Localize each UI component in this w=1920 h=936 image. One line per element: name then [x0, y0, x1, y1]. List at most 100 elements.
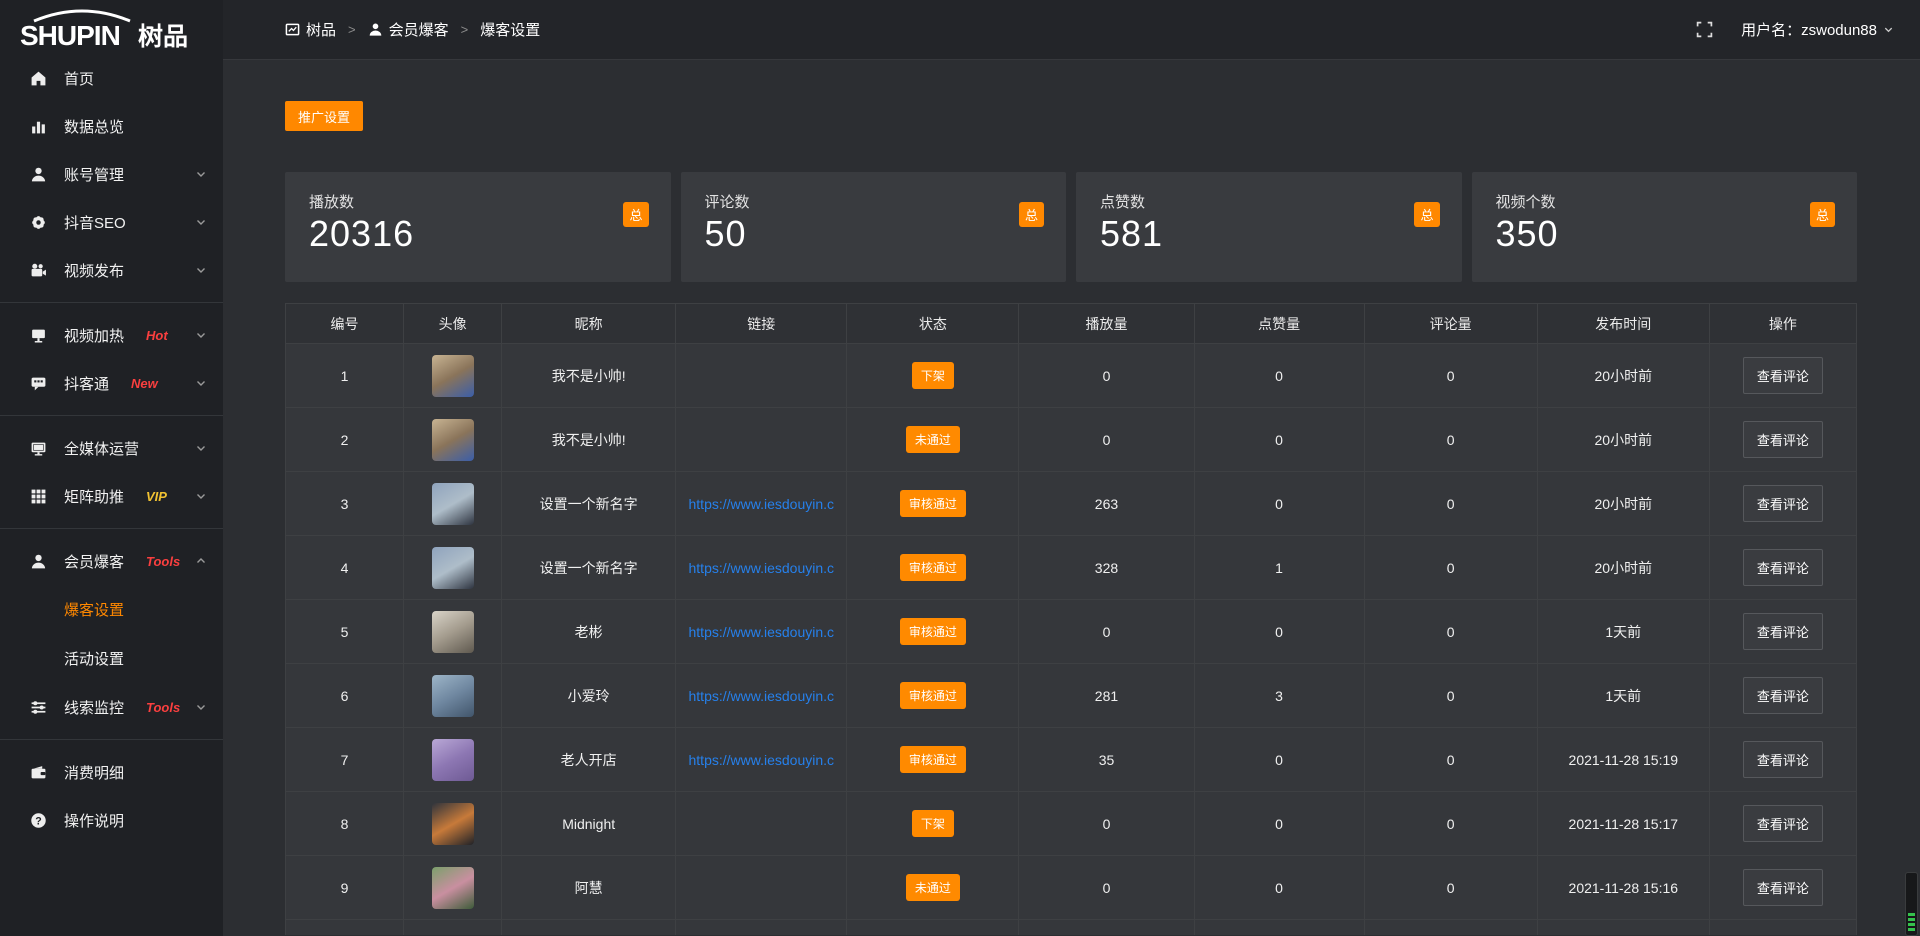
video-link[interactable]: https://www.iesdouyin.c — [689, 752, 835, 768]
status-badge[interactable]: 审核通过 — [900, 554, 966, 581]
sidebar-item-video-heat[interactable]: 视频加热 Hot — [0, 311, 223, 359]
sidebar-item-data-overview[interactable]: 数据总览 — [0, 102, 223, 150]
video-link[interactable]: https://www.iesdouyin.c — [689, 624, 835, 640]
breadcrumb-item-member-baoke[interactable]: 会员爆客 — [368, 19, 449, 40]
sidebar: SHUPIN 树品 首页 数据总览 账号管理 — [0, 0, 223, 936]
gear-icon — [28, 214, 48, 231]
col-header-avatar: 头像 — [404, 304, 502, 344]
sidebar-item-label: 视频加热 — [64, 325, 124, 346]
plays-cell: 281 — [1019, 664, 1194, 728]
status-badge[interactable]: 未通过 — [906, 426, 960, 453]
empty-cell — [1019, 920, 1194, 935]
sidebar-item-all-media[interactable]: 全媒体运营 — [0, 424, 223, 472]
plays-cell: 0 — [1019, 344, 1194, 408]
view-comments-button[interactable]: 查看评论 — [1743, 549, 1823, 586]
stat-cards: 播放数 20316 总 评论数 50 总 点赞数 581 总 视频个数 350 … — [285, 172, 1857, 282]
publish-time-cell: 20小时前 — [1537, 408, 1709, 472]
breadcrumb-item-shupin[interactable]: 树品 — [285, 19, 336, 40]
status-badge[interactable]: 下架 — [912, 810, 954, 837]
avatar-cell — [404, 408, 502, 472]
video-link[interactable]: https://www.iesdouyin.c — [689, 496, 835, 512]
overlay-widget[interactable] — [1905, 872, 1918, 936]
publish-time-cell: 2021-11-28 15:17 — [1537, 792, 1709, 856]
breadcrumb-separator: > — [461, 22, 469, 37]
status-badge[interactable]: 未通过 — [906, 874, 960, 901]
sidebar-item-instructions[interactable]: ? 操作说明 — [0, 796, 223, 844]
likes-cell: 1 — [1194, 536, 1364, 600]
view-comments-button[interactable]: 查看评论 — [1743, 677, 1823, 714]
video-link[interactable]: https://www.iesdouyin.c — [689, 688, 835, 704]
sidebar-subitem-activity-settings[interactable]: 活动设置 — [0, 634, 223, 683]
table-row: 7老人开店https://www.iesdouyin.c审核通过35002021… — [286, 728, 1857, 792]
empty-cell — [502, 920, 676, 935]
stat-value: 20316 — [309, 213, 647, 255]
view-comments-button[interactable]: 查看评论 — [1743, 357, 1823, 394]
likes-cell: 0 — [1194, 856, 1364, 920]
sidebar-divider — [0, 415, 223, 416]
table-body: 1我不是小帅!下架00020小时前查看评论2我不是小帅!未通过00020小时前查… — [286, 344, 1857, 935]
topbar: 树品 > 会员爆客 > 爆客设置 用户名：zswodun88 — [223, 0, 1920, 60]
sidebar-item-account[interactable]: 账号管理 — [0, 150, 223, 198]
view-comments-button[interactable]: 查看评论 — [1743, 613, 1823, 650]
chevron-down-icon — [195, 701, 207, 713]
empty-cell — [676, 920, 847, 935]
empty-cell — [1709, 920, 1856, 935]
col-header-status: 状态 — [847, 304, 1019, 344]
nickname-cell: 老彬 — [502, 600, 676, 664]
likes-cell: 0 — [1194, 408, 1364, 472]
sidebar-item-member-baoke[interactable]: 会员爆客 Tools — [0, 537, 223, 585]
sidebar-item-douyin-seo[interactable]: 抖音SEO — [0, 198, 223, 246]
status-badge[interactable]: 审核通过 — [900, 618, 966, 645]
view-comments-button[interactable]: 查看评论 — [1743, 485, 1823, 522]
display-icon — [28, 327, 48, 344]
sidebar-item-label: 线索监控 — [64, 697, 124, 718]
sidebar-item-expense-detail[interactable]: 消费明细 — [0, 748, 223, 796]
status-badge[interactable]: 审核通过 — [900, 682, 966, 709]
sidebar-item-douketong[interactable]: 抖客通 New — [0, 359, 223, 407]
sidebar-item-lead-monitor[interactable]: 线索监控 Tools — [0, 683, 223, 731]
publish-time-cell: 20小时前 — [1537, 536, 1709, 600]
sidebar-item-matrix-boost[interactable]: 矩阵助推 VIP — [0, 472, 223, 520]
logo-text-en: SHUPIN — [20, 20, 120, 51]
fullscreen-icon[interactable] — [1696, 21, 1713, 38]
status-badge[interactable]: 审核通过 — [900, 746, 966, 773]
sidebar-item-video-publish[interactable]: 视频发布 — [0, 246, 223, 294]
status-badge[interactable]: 审核通过 — [900, 490, 966, 517]
username-label: 用户名：zswodun88 — [1741, 19, 1877, 40]
question-circle-icon: ? — [28, 812, 48, 829]
breadcrumb-label: 爆客设置 — [480, 19, 540, 40]
publish-time-cell: 20小时前 — [1537, 472, 1709, 536]
stat-label: 点赞数 — [1100, 191, 1438, 212]
view-comments-button[interactable]: 查看评论 — [1743, 421, 1823, 458]
sidebar-item-home[interactable]: 首页 — [0, 54, 223, 102]
stat-label: 播放数 — [309, 191, 647, 212]
row-number-cell: 6 — [286, 664, 404, 728]
nickname-cell: 我不是小帅! — [502, 344, 676, 408]
sidebar-item-label: 视频发布 — [64, 260, 124, 281]
sidebar-subitem-baoke-settings[interactable]: 爆客设置 — [0, 585, 223, 634]
nickname-cell: 我不是小帅! — [502, 408, 676, 472]
video-link[interactable]: https://www.iesdouyin.c — [689, 560, 835, 576]
promo-settings-button[interactable]: 推广设置 — [285, 101, 363, 131]
view-comments-button[interactable]: 查看评论 — [1743, 869, 1823, 906]
table-row: 6小爱玲https://www.iesdouyin.c审核通过281301天前查… — [286, 664, 1857, 728]
status-badge[interactable]: 下架 — [912, 362, 954, 389]
user-menu[interactable]: 用户名：zswodun88 — [1741, 19, 1894, 40]
view-comments-button[interactable]: 查看评论 — [1743, 741, 1823, 778]
view-comments-button[interactable]: 查看评论 — [1743, 805, 1823, 842]
stat-value: 581 — [1100, 213, 1438, 255]
stat-value: 350 — [1496, 213, 1834, 255]
row-number-cell: 5 — [286, 600, 404, 664]
empty-cell — [286, 920, 404, 935]
plays-cell: 0 — [1019, 856, 1194, 920]
col-header-publish-time: 发布时间 — [1537, 304, 1709, 344]
sidebar-item-label: 抖客通 — [64, 373, 109, 394]
monitor-icon — [28, 440, 48, 457]
table-row: 8Midnight下架0002021-11-28 15:17查看评论 — [286, 792, 1857, 856]
nickname-cell: 老人开店 — [502, 728, 676, 792]
row-number-cell: 3 — [286, 472, 404, 536]
new-badge: New — [131, 376, 158, 391]
chevron-down-icon — [1883, 24, 1894, 35]
avatar-cell — [404, 536, 502, 600]
empty-cell — [847, 920, 1019, 935]
